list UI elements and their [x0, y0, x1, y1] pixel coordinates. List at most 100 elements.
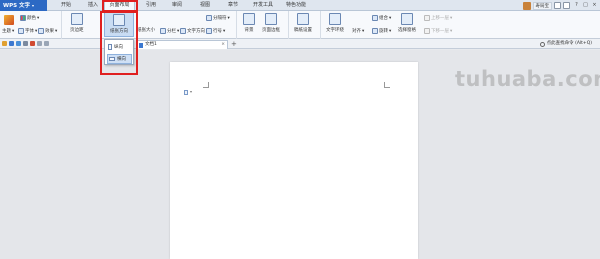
colors-label: 颜色	[27, 16, 36, 21]
undo-icon[interactable]	[37, 41, 42, 46]
line-numbers-icon	[206, 28, 212, 34]
send-backward-label: 下移一层	[431, 29, 449, 34]
save-icon[interactable]	[9, 41, 14, 46]
breaks-label: 分隔符	[213, 16, 227, 21]
help-icon[interactable]: ?	[573, 1, 580, 9]
group-button[interactable]: 组合 ▾	[372, 15, 391, 21]
highlight-orientation-frame	[100, 11, 138, 75]
fonts-label: 字体	[25, 29, 34, 34]
palette-icon	[20, 15, 26, 21]
close-icon[interactable]: ×	[591, 1, 598, 9]
rotate-label: 旋转	[379, 29, 388, 34]
text-wrap-icon	[329, 13, 341, 25]
open-icon[interactable]	[2, 41, 7, 46]
breaks-icon	[206, 15, 212, 21]
effects-label: 效果	[45, 29, 54, 34]
tab-home[interactable]: 开始	[55, 0, 77, 11]
document-tab-title: 文档1	[145, 42, 157, 47]
tab-review[interactable]: 审阅	[168, 0, 186, 11]
tab-view[interactable]: 视图	[196, 0, 214, 11]
watermark: tuhuaba.com	[455, 67, 600, 91]
page-borders-label: 页面边框	[262, 28, 280, 33]
text-direction-button[interactable]: 文字方向▾	[180, 28, 208, 34]
paper-size-label: 纸张大小	[137, 28, 155, 33]
theme-button[interactable]: 主题 ▾	[2, 28, 14, 35]
avatar[interactable]	[522, 1, 531, 10]
paragraph-layout-arrow-icon[interactable]: ▾	[190, 89, 192, 94]
theme-group: 颜色 ▾ 主题 ▾ 字体 ▾ 效果 ▾	[0, 11, 62, 39]
wps-app-menu-button[interactable]: WPS 文字 ▾	[0, 0, 47, 11]
new-tab-button[interactable]: +	[231, 40, 237, 48]
text-direction-label: 文字方向	[187, 29, 205, 34]
divider	[288, 11, 289, 39]
settings-icon[interactable]	[563, 2, 570, 9]
effects-icon	[38, 28, 44, 34]
tab-special-features[interactable]: 特色功能	[282, 0, 310, 11]
quick-access-bar: 文档1 × + 点此查找命令 (Alt+Q)	[0, 39, 600, 49]
paragraph-layout-icon[interactable]	[184, 90, 188, 95]
rotate-icon	[372, 28, 378, 34]
align-label: 对齐	[352, 29, 361, 34]
divider	[320, 11, 321, 39]
close-tab-icon[interactable]: ×	[221, 41, 225, 49]
effects-button[interactable]: 效果 ▾	[38, 28, 57, 34]
margin-corner-top-right	[384, 82, 390, 88]
bring-forward-icon	[424, 15, 430, 21]
background-button[interactable]: 背景	[243, 13, 255, 33]
paper-size-icon	[140, 13, 152, 25]
page-borders-button[interactable]: 页面边框	[262, 13, 280, 33]
draft-setup-icon	[297, 13, 309, 25]
theme-label: 主题	[2, 29, 11, 34]
redo-icon[interactable]	[44, 41, 49, 46]
margins-icon	[70, 13, 83, 25]
page-borders-icon	[265, 13, 277, 25]
divider	[236, 11, 237, 39]
selection-pane-label: 选择窗格	[398, 28, 416, 33]
user-name[interactable]: 寿局宝	[532, 1, 552, 10]
maximize-icon[interactable]: □	[582, 1, 589, 9]
columns-icon	[160, 28, 166, 34]
paper-size-button[interactable]: 纸张大小	[137, 13, 155, 33]
pdf-icon[interactable]	[30, 41, 35, 46]
margins-label: 页边距	[70, 28, 84, 33]
rotate-button[interactable]: 旋转 ▾	[372, 28, 391, 34]
tab-developer[interactable]: 开发工具	[250, 0, 276, 11]
app-name: WPS 文字	[3, 3, 30, 9]
bring-forward-button[interactable]: 上移一层 ▾	[424, 15, 452, 21]
selection-pane-button[interactable]: 选择窗格	[398, 13, 416, 33]
document-tab[interactable]: 文档1 ×	[136, 40, 228, 49]
theme-brush-icon[interactable]	[4, 15, 14, 25]
app-menu-arrow-icon: ▾	[31, 3, 34, 8]
tab-chapter[interactable]: 章节	[224, 0, 242, 11]
quick-access-icons	[2, 41, 49, 46]
colors-button[interactable]: 颜色 ▾	[20, 15, 39, 21]
columns-label: 分栏	[167, 29, 176, 34]
document-page[interactable]: ▾	[170, 62, 418, 259]
text-direction-icon	[180, 28, 186, 34]
draft-setup-button[interactable]: 稿纸设置	[294, 13, 312, 33]
align-button[interactable]: 对齐 ▾	[352, 28, 364, 35]
skin-icon[interactable]	[554, 2, 561, 9]
line-numbers-label: 行号	[213, 29, 222, 34]
title-bar: WPS 文字 ▾ 开始 插入 页面布局 引用 审阅 视图 章节 开发工具 特色功能…	[0, 0, 600, 11]
columns-button[interactable]: 分栏 ▾	[160, 28, 179, 34]
command-search[interactable]: 点此查找命令 (Alt+Q)	[539, 40, 592, 48]
fonts-button[interactable]: 字体 ▾	[18, 28, 37, 34]
selection-pane-icon	[401, 13, 413, 25]
background-icon	[243, 13, 255, 25]
bring-forward-label: 上移一层	[431, 16, 449, 21]
tab-references[interactable]: 引用	[142, 0, 160, 11]
send-backward-icon	[424, 28, 430, 34]
print-icon[interactable]	[16, 41, 21, 46]
font-icon	[18, 28, 24, 34]
draft-setup-label: 稿纸设置	[294, 28, 312, 33]
breaks-button[interactable]: 分隔符 ▾	[206, 15, 230, 21]
tab-insert[interactable]: 插入	[83, 0, 103, 11]
send-backward-button[interactable]: 下移一层 ▾	[424, 28, 452, 34]
margins-button[interactable]: 页边距	[70, 13, 84, 33]
document-icon	[139, 43, 143, 48]
text-wrap-button[interactable]: 文字环绕	[326, 13, 344, 33]
line-numbers-button[interactable]: 行号 ▾	[206, 28, 225, 34]
preview-icon[interactable]	[23, 41, 28, 46]
window-controls: ? □ ×	[573, 1, 598, 9]
